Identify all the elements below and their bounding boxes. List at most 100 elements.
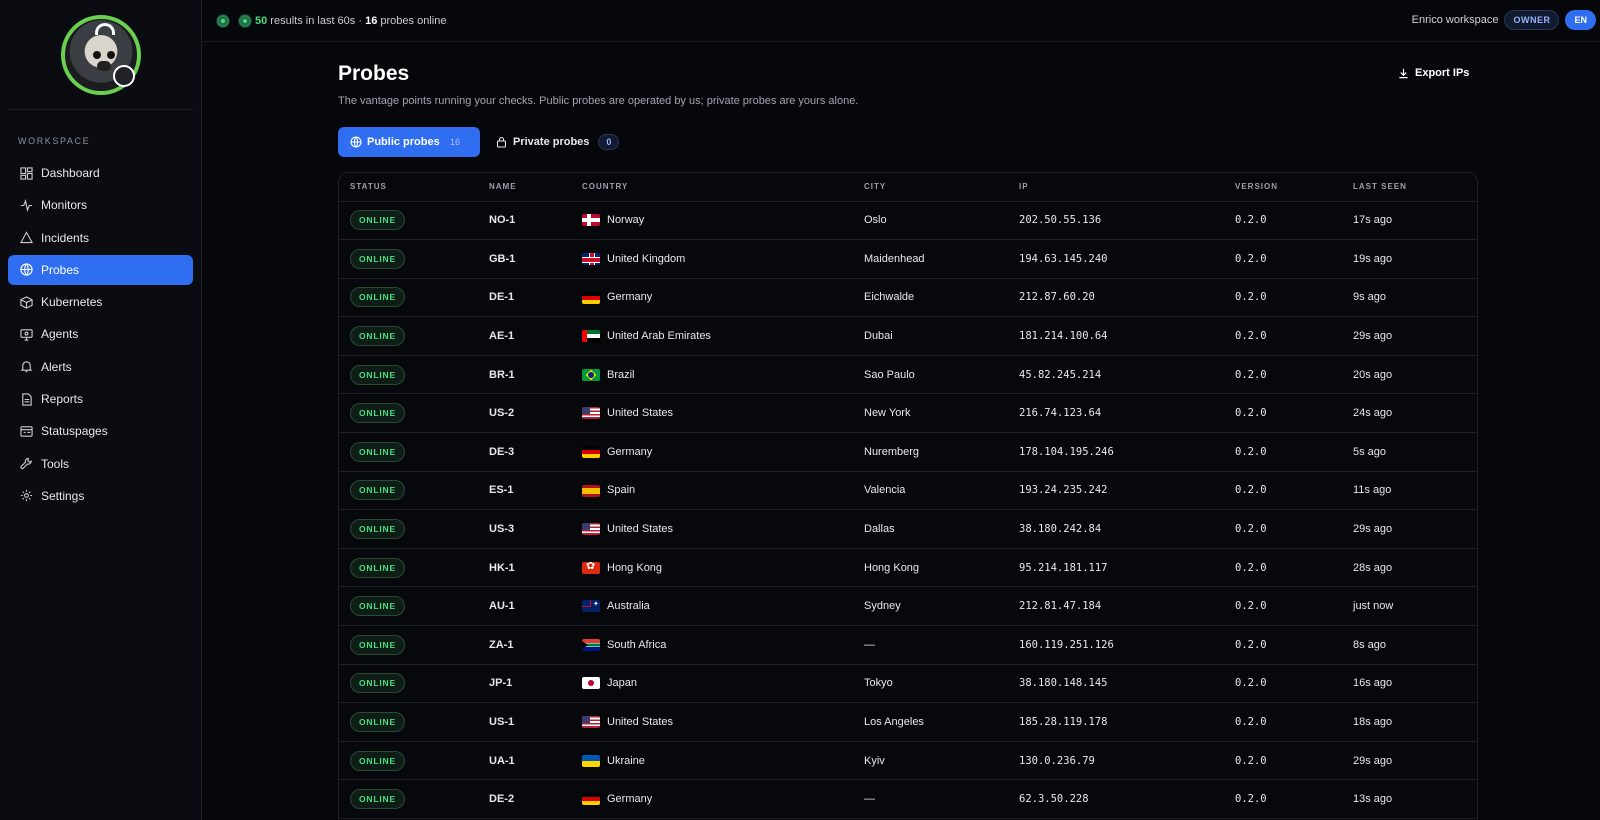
ip-cell[interactable]: 62.3.50.228 bbox=[1008, 779, 1224, 819]
sidebar-item-alerts[interactable]: Alerts bbox=[8, 352, 193, 382]
table-row[interactable]: ONLINE AE-1 United Arab Emirates Dubai 181.2… bbox=[339, 316, 1477, 356]
table-row[interactable]: ONLINE UA-1 Ukraine Kyiv 130.0.236.79 0.2.0 29… bbox=[339, 741, 1477, 781]
sidebar-item-reports[interactable]: Reports bbox=[8, 384, 193, 414]
public-probes-count: 16 bbox=[449, 137, 460, 147]
city-cell: Kyiv bbox=[853, 741, 1008, 781]
ip-cell[interactable]: 212.87.60.20 bbox=[1008, 278, 1224, 318]
ip-cell[interactable]: 45.82.245.214 bbox=[1008, 355, 1224, 395]
column-header-city[interactable]: CITY bbox=[853, 173, 1008, 202]
table-row[interactable]: ONLINE DE-1 Germany Eichwalde 212.87.60.20 0.… bbox=[339, 278, 1477, 318]
flag-ae-icon bbox=[582, 330, 600, 343]
flag-de-icon bbox=[582, 793, 600, 806]
city-cell: Dallas bbox=[853, 509, 1008, 549]
ip-cell[interactable]: 160.119.251.126 bbox=[1008, 625, 1224, 665]
version-cell: 0.2.0 bbox=[1224, 471, 1342, 511]
column-header-last-seen[interactable]: LAST SEEN bbox=[1342, 173, 1477, 202]
sidebar-item-probes[interactable]: Probes bbox=[8, 254, 193, 285]
sidebar-item-label: Monitors bbox=[41, 198, 88, 213]
flag-ua-icon bbox=[582, 754, 600, 767]
tab-public-probes[interactable]: Public probes 16 bbox=[338, 127, 480, 157]
status-cell: ONLINE bbox=[339, 393, 478, 434]
country-cell: United States bbox=[571, 509, 853, 549]
version-cell: 0.2.0 bbox=[1224, 625, 1342, 665]
ip-cell[interactable]: 193.24.235.242 bbox=[1008, 471, 1224, 511]
sidebar-item-settings[interactable]: Settings bbox=[8, 481, 193, 511]
sidebar-item-label: Agents bbox=[41, 327, 79, 342]
table-row[interactable]: ONLINE ZA-1 South Africa —160.119.251.126 0.… bbox=[339, 625, 1477, 665]
country-name: United States bbox=[607, 407, 674, 420]
last-seen-cell: 8s ago bbox=[1342, 625, 1477, 665]
version-cell: 0.2.0 bbox=[1224, 316, 1342, 356]
city-cell: Sydney bbox=[853, 586, 1008, 627]
flag-za-icon bbox=[582, 638, 600, 651]
country-name: United States bbox=[607, 716, 674, 729]
ip-cell[interactable]: 216.74.123.64 bbox=[1008, 393, 1224, 434]
ip-cell[interactable]: 181.214.100.64 bbox=[1008, 316, 1224, 356]
version-cell: 0.2.0 bbox=[1224, 548, 1342, 588]
status-cell: ONLINE bbox=[339, 471, 478, 511]
version-cell: 0.2.0 bbox=[1224, 355, 1342, 395]
sidebar-item-tools[interactable]: Tools bbox=[8, 449, 193, 479]
table-row[interactable]: ONLINE DE-3 Germany Nuremberg 178.104.195.24… bbox=[339, 432, 1477, 472]
sidebar-item-statuspages[interactable]: Statuspages bbox=[8, 416, 193, 446]
table-row[interactable]: ONLINE US-1 United States Los Angeles 185.28… bbox=[339, 702, 1477, 742]
sidebar-item-monitors[interactable]: Monitors bbox=[8, 190, 193, 220]
flag-gb-icon bbox=[582, 252, 600, 265]
flag-us-icon bbox=[582, 407, 600, 420]
country-cell: Norway bbox=[571, 201, 853, 241]
workspace-section-label: WORKSPACE bbox=[18, 136, 91, 146]
table-row[interactable]: ONLINE US-3 United States Dallas 38.180.242.… bbox=[339, 509, 1477, 549]
sidebar-item-incidents[interactable]: Incidents bbox=[8, 223, 193, 253]
probe-name: AU-1 bbox=[478, 586, 571, 627]
tab-private-probes[interactable]: Private probes 0 bbox=[496, 127, 620, 157]
table-row[interactable]: ONLINE US-2 United States New York 216.74.12… bbox=[339, 393, 1477, 434]
ip-cell[interactable]: 130.0.236.79 bbox=[1008, 741, 1224, 781]
status-badge: ONLINE bbox=[350, 789, 405, 810]
city-cell: Oslo bbox=[853, 201, 1008, 241]
status-cell: ONLINE bbox=[339, 201, 478, 241]
dashboard-icon bbox=[19, 166, 33, 180]
ip-cell[interactable]: 38.180.148.145 bbox=[1008, 664, 1224, 704]
column-header-name[interactable]: NAME bbox=[478, 173, 571, 202]
flag-hk-icon bbox=[582, 561, 600, 574]
column-header-country[interactable]: COUNTRY bbox=[571, 173, 853, 202]
status-badge: ONLINE bbox=[350, 364, 405, 385]
table-row[interactable]: ONLINEHK-1Hong KongHong Kong95.214.181.1… bbox=[339, 548, 1477, 588]
table-row[interactable]: ONLINE GB-1 United Kingdom Maidenhead 194.63… bbox=[339, 239, 1477, 279]
ip-cell[interactable]: 194.63.145.240 bbox=[1008, 239, 1224, 279]
probe-name: DE-2 bbox=[478, 779, 571, 819]
sidebar-item-dashboard[interactable]: Dashboard bbox=[8, 158, 193, 188]
globe-icon bbox=[112, 64, 135, 87]
table-row[interactable]: ONLINE DE-2 Germany —62.3.50.228 0.2.0 13s ag… bbox=[339, 779, 1477, 819]
wrench-icon bbox=[19, 457, 33, 471]
sidebar-item-kubernetes[interactable]: Kubernetes bbox=[8, 287, 193, 317]
table-row[interactable]: ONLINE JP-1 Japan Tokyo 38.180.148.145 0.2.0 1… bbox=[339, 664, 1477, 704]
role-badge: OWNER bbox=[1504, 10, 1560, 30]
ip-cell[interactable]: 95.214.181.117 bbox=[1008, 548, 1224, 588]
sidebar-item-agents[interactable]: Agents bbox=[8, 319, 193, 349]
pug-logo[interactable] bbox=[60, 14, 141, 95]
table-row[interactable]: ONLINE NO-1 Norway Oslo 202.50.55.136 0.2.0 17… bbox=[339, 201, 1477, 241]
column-header-version[interactable]: VERSION bbox=[1224, 173, 1342, 202]
table-row[interactable]: ONLINE ES-1 Spain Valencia 193.24.235.242 0.2… bbox=[339, 471, 1477, 511]
ip-cell[interactable]: 178.104.195.246 bbox=[1008, 432, 1224, 472]
version-cell: 0.2.0 bbox=[1224, 741, 1342, 781]
country-cell: Australia bbox=[571, 586, 853, 627]
table-row[interactable]: ONLINE AU-1 Australia Sydney212.81.47.1840.… bbox=[339, 586, 1477, 627]
city-cell: — bbox=[853, 625, 1008, 665]
status-cell: ONLINE bbox=[339, 702, 478, 742]
table-row[interactable]: ONLINE BR-1 Brazil Sao Paulo 45.82.245.214 0.… bbox=[339, 355, 1477, 395]
ip-cell[interactable]: 202.50.55.136 bbox=[1008, 201, 1224, 241]
flag-no-icon bbox=[582, 214, 600, 227]
last-seen-cell: 16s ago bbox=[1342, 664, 1477, 704]
ip-cell[interactable]: 212.81.47.184 bbox=[1008, 586, 1224, 627]
workspace-switcher[interactable]: Enrico workspace bbox=[1412, 14, 1499, 26]
bell-icon bbox=[19, 360, 33, 374]
export-ips-button[interactable]: Export IPs bbox=[1398, 67, 1469, 79]
last-seen-cell: 28s ago bbox=[1342, 548, 1477, 588]
language-button[interactable]: EN bbox=[1565, 10, 1596, 30]
ip-cell[interactable]: 185.28.119.178 bbox=[1008, 702, 1224, 742]
column-header-status[interactable]: STATUS bbox=[339, 173, 478, 202]
ip-cell[interactable]: 38.180.242.84 bbox=[1008, 509, 1224, 549]
column-header-ip[interactable]: IP bbox=[1008, 173, 1224, 202]
